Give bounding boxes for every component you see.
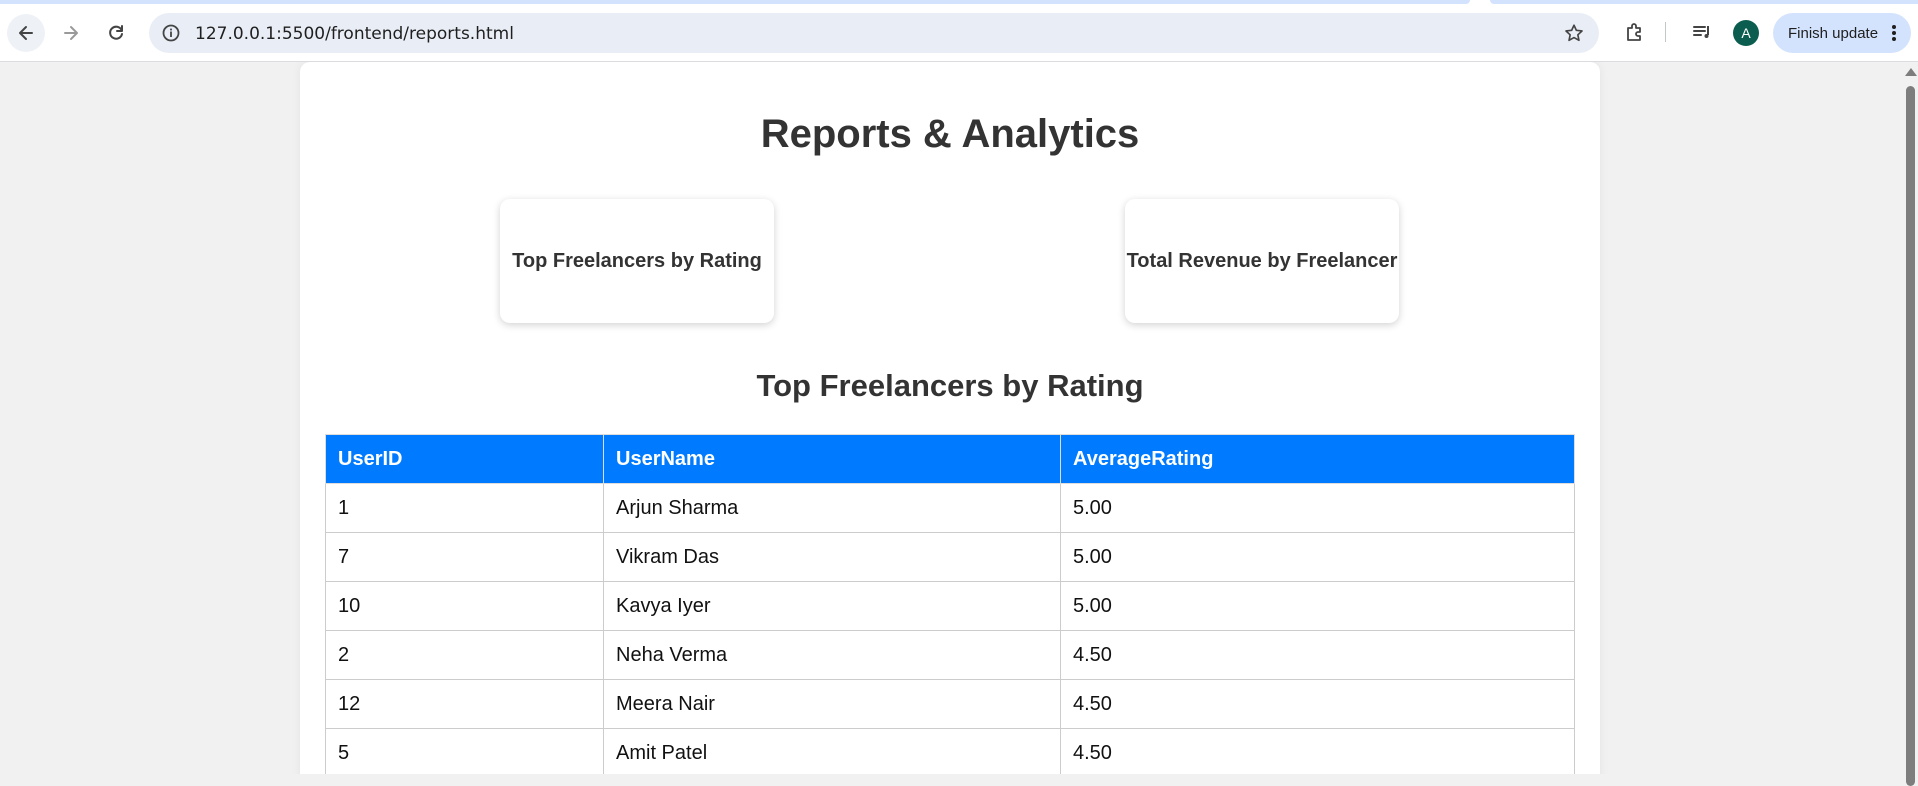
table-row: 10 Kavya Iyer 5.00 bbox=[325, 581, 1575, 631]
bookmark-star-icon[interactable] bbox=[1563, 22, 1585, 44]
page-title: Reports & Analytics bbox=[760, 112, 1140, 156]
reports-container: Reports & Analytics Top Freelancers by R… bbox=[300, 62, 1600, 774]
report-table: UserID UserName AverageRating 1 Arjun Sh… bbox=[325, 434, 1575, 774]
vertical-scrollbar[interactable] bbox=[1903, 62, 1918, 786]
address-bar[interactable]: 127.0.0.1:5500/frontend/reports.html bbox=[149, 13, 1599, 53]
media-controls-icon[interactable] bbox=[1690, 20, 1714, 44]
section-title: Top Freelancers by Rating bbox=[756, 368, 1144, 403]
cell-userid: 10 bbox=[325, 581, 604, 631]
cell-userid: 7 bbox=[325, 532, 604, 582]
browser-toolbar: 127.0.0.1:5500/frontend/reports.html A F… bbox=[0, 0, 1918, 63]
arrow-right-icon bbox=[64, 26, 78, 40]
finish-update-button[interactable]: Finish update bbox=[1773, 13, 1911, 53]
scrollbar-thumb[interactable] bbox=[1906, 86, 1915, 786]
column-header-userid: UserID bbox=[325, 434, 604, 484]
top-freelancers-button[interactable]: Top Freelancers by Rating bbox=[500, 199, 774, 323]
table-row: 12 Meera Nair 4.50 bbox=[325, 679, 1575, 729]
table-row: 2 Neha Verma 4.50 bbox=[325, 630, 1575, 680]
site-info-icon[interactable] bbox=[161, 23, 181, 43]
cell-username: Arjun Sharma bbox=[603, 483, 1061, 533]
url-text[interactable]: 127.0.0.1:5500/frontend/reports.html bbox=[195, 24, 514, 44]
finish-update-label: Finish update bbox=[1788, 24, 1879, 42]
cell-averagerating: 4.50 bbox=[1060, 679, 1575, 729]
scroll-up-arrow-icon[interactable] bbox=[1905, 68, 1917, 76]
table-row: 5 Amit Patel 4.50 bbox=[325, 728, 1575, 774]
cell-userid: 12 bbox=[325, 679, 604, 729]
profile-avatar[interactable]: A bbox=[1733, 20, 1759, 46]
reload-icon bbox=[109, 25, 123, 40]
avatar-letter: A bbox=[1741, 25, 1751, 41]
back-button[interactable] bbox=[7, 14, 45, 52]
cell-userid: 2 bbox=[325, 630, 604, 680]
more-vert-icon[interactable] bbox=[1891, 24, 1897, 42]
table-row: 7 Vikram Das 5.00 bbox=[325, 532, 1575, 582]
forward-button[interactable] bbox=[52, 14, 90, 52]
cell-username: Vikram Das bbox=[603, 532, 1061, 582]
cell-averagerating: 4.50 bbox=[1060, 728, 1575, 774]
toolbar-divider bbox=[1665, 22, 1666, 42]
table-header-row: UserID UserName AverageRating bbox=[325, 434, 1575, 484]
tab-strip bbox=[0, 0, 1470, 4]
cell-averagerating: 5.00 bbox=[1060, 581, 1575, 631]
arrow-left-icon bbox=[19, 26, 33, 40]
table-row: 1 Arjun Sharma 5.00 bbox=[325, 483, 1575, 533]
total-revenue-button[interactable]: Total Revenue by Freelancer bbox=[1125, 199, 1399, 323]
page-viewport: Reports & Analytics Top Freelancers by R… bbox=[0, 62, 1903, 774]
extensions-icon[interactable] bbox=[1623, 20, 1647, 44]
cell-averagerating: 5.00 bbox=[1060, 483, 1575, 533]
cell-username: Amit Patel bbox=[603, 728, 1061, 774]
column-header-averagerating: AverageRating bbox=[1060, 434, 1575, 484]
reload-button[interactable] bbox=[97, 14, 135, 52]
tab-strip bbox=[1490, 0, 1918, 4]
cell-username: Meera Nair bbox=[603, 679, 1061, 729]
cell-userid: 1 bbox=[325, 483, 604, 533]
cell-averagerating: 4.50 bbox=[1060, 630, 1575, 680]
cell-username: Kavya Iyer bbox=[603, 581, 1061, 631]
cell-userid: 5 bbox=[325, 728, 604, 774]
cell-averagerating: 5.00 bbox=[1060, 532, 1575, 582]
column-header-username: UserName bbox=[603, 434, 1061, 484]
cell-username: Neha Verma bbox=[603, 630, 1061, 680]
